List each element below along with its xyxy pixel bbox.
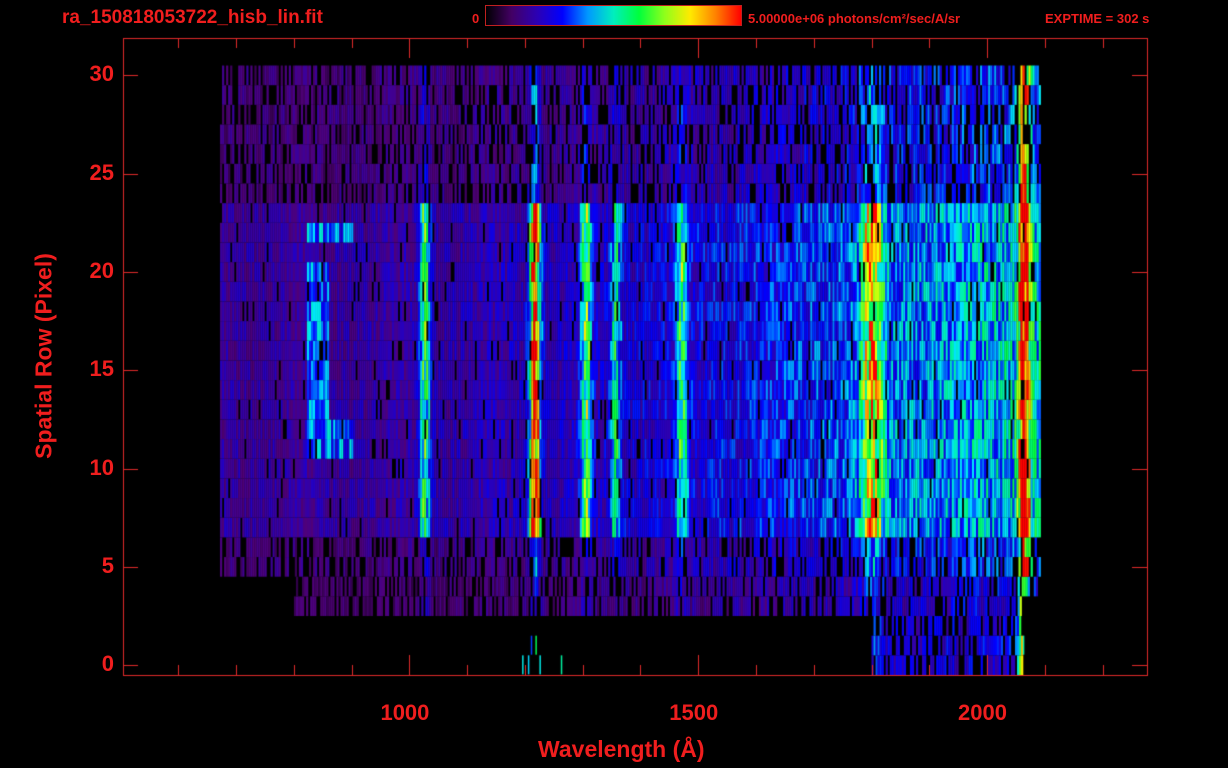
spectral-heatmap-plot bbox=[0, 0, 1228, 768]
y-axis-label: Spatial Row (Pixel) bbox=[30, 253, 57, 459]
colorbar-units: photons/cm²/sec/A/sr bbox=[827, 11, 961, 26]
colorbar-min-label: 0 bbox=[472, 11, 480, 26]
colorbar-max-value: 5.00000e+06 bbox=[748, 11, 825, 26]
y-tick-label: 20 bbox=[89, 257, 114, 283]
y-tick-label: 25 bbox=[89, 159, 114, 185]
colorbar-max-label: 5.00000e+06 photons/cm²/sec/A/sr bbox=[748, 11, 960, 26]
file-title: ra_150818053722_hisb_lin.fit bbox=[62, 7, 323, 28]
exptime-label: EXPTIME = 302 s bbox=[1045, 11, 1150, 26]
y-tick-label: 10 bbox=[89, 454, 114, 480]
y-tick-label: 30 bbox=[89, 61, 114, 87]
x-tick-label: 1500 bbox=[669, 700, 719, 725]
y-tick-label: 5 bbox=[101, 552, 114, 578]
y-tick-label: 0 bbox=[101, 651, 114, 677]
x-tick-label: 1000 bbox=[380, 700, 430, 725]
colorbar bbox=[485, 5, 742, 26]
y-tick-label: 15 bbox=[89, 356, 114, 382]
x-axis-label: Wavelength (Å) bbox=[538, 736, 705, 762]
x-tick-label: 2000 bbox=[958, 700, 1007, 725]
